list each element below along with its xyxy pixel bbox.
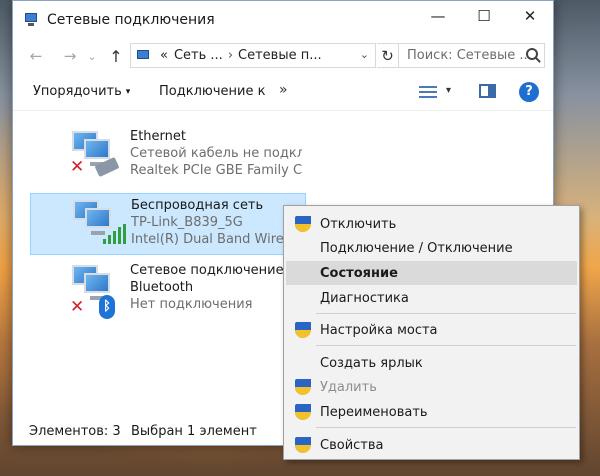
- connection-name-line2: Bluetooth: [130, 280, 194, 295]
- organize-label: Упорядочить: [33, 84, 122, 99]
- address-row: ← → ⌄ ↑ « Сеть ... › Сетевые п... ⌄ ↻ По…: [13, 39, 553, 73]
- menu-item-delete[interactable]: Удалить: [286, 375, 577, 399]
- connection-name: Беспроводная сеть: [131, 198, 264, 213]
- menu-item-rename[interactable]: Переименовать: [286, 400, 577, 424]
- search-icon: [526, 48, 538, 60]
- menu-separator: [316, 313, 576, 314]
- connection-status: Нет подключения: [130, 297, 253, 312]
- menu-item-status[interactable]: Состояние: [286, 261, 577, 285]
- connection-status: Сетевой кабель не подкл...: [130, 146, 302, 161]
- recent-locations-button[interactable]: ⌄: [81, 50, 103, 63]
- breadcrumb-network[interactable]: Сеть ...: [171, 48, 226, 63]
- address-overflow[interactable]: «: [157, 48, 171, 63]
- menu-item-bridge[interactable]: Настройка моста: [286, 318, 577, 342]
- help-icon[interactable]: ?: [519, 82, 539, 102]
- title-bar[interactable]: Сетевые подключения — ☐ ✕: [13, 1, 553, 39]
- connection-name: Ethernet: [130, 129, 186, 144]
- connection-device: Intel(R) Dual Band Wireles...: [131, 232, 303, 247]
- menu-item-connect-disconnect[interactable]: Подключение / Отключение: [286, 236, 577, 260]
- window-controls: — ☐ ✕: [415, 1, 553, 31]
- menu-item-disable[interactable]: Отключить: [286, 212, 577, 236]
- menu-separator: [316, 345, 576, 346]
- ethernet-adapter-icon: ✕: [70, 129, 120, 178]
- refresh-button[interactable]: ↻: [377, 43, 399, 68]
- connection-name: Сетевое подключение: [130, 263, 284, 278]
- uac-shield-icon: [295, 437, 311, 454]
- context-menu: Отключить Подключение / Отключение Состо…: [283, 205, 580, 460]
- minimize-button[interactable]: —: [415, 1, 461, 31]
- maximize-button[interactable]: ☐: [461, 1, 507, 31]
- list-item-ethernet[interactable]: ✕ Ethernet Сетевой кабель не подкл... Re…: [30, 125, 306, 187]
- back-button[interactable]: ←: [25, 47, 47, 65]
- search-placeholder: Поиск: Сетевые ...: [407, 48, 532, 63]
- red-x-icon: ✕: [70, 297, 85, 317]
- menu-item-properties[interactable]: Свойства: [286, 433, 577, 457]
- address-bar[interactable]: « Сеть ... › Сетевые п... ⌄: [130, 43, 376, 68]
- chevron-down-icon: ▾: [125, 87, 131, 97]
- wireless-adapter-icon: [71, 198, 126, 246]
- search-input[interactable]: Поиск: Сетевые ...: [398, 43, 545, 68]
- uac-shield-icon: [295, 379, 311, 396]
- window-title: Сетевые подключения: [47, 12, 215, 28]
- list-item-wireless[interactable]: Беспроводная сеть TP-Link_B839_5G Intel(…: [30, 193, 306, 255]
- uac-shield-icon: [295, 216, 311, 233]
- up-button[interactable]: ↑: [105, 47, 127, 66]
- connection-status: TP-Link_B839_5G: [131, 215, 243, 230]
- preview-pane-icon[interactable]: [479, 84, 496, 98]
- uac-shield-icon: [295, 404, 311, 421]
- breadcrumb-separator[interactable]: ›: [226, 48, 235, 63]
- signal-bars-icon: [103, 224, 129, 244]
- list-item-bluetooth[interactable]: ✕ ᛒ Сетевое подключение Bluetooth Нет по…: [30, 259, 306, 321]
- close-button[interactable]: ✕: [507, 1, 553, 31]
- selection-count: Выбран 1 элемент: [131, 424, 257, 439]
- connect-to-button[interactable]: Подключение к: [159, 84, 265, 99]
- menu-item-diagnose[interactable]: Диагностика: [286, 286, 577, 310]
- menu-item-create-shortcut[interactable]: Создать ярлык: [286, 351, 577, 375]
- bluetooth-adapter-icon: ✕ ᛒ: [70, 263, 118, 319]
- network-folder-icon: [136, 49, 152, 63]
- uac-shield-icon: [295, 322, 311, 339]
- breadcrumb-connections[interactable]: Сетевые п...: [235, 48, 325, 63]
- organize-button[interactable]: Упорядочить ▾: [33, 84, 130, 99]
- forward-button[interactable]: →: [59, 47, 81, 65]
- network-connections-icon: [23, 13, 39, 27]
- bluetooth-icon: ᛒ: [99, 295, 115, 319]
- view-options-chevron-icon[interactable]: ▾: [446, 85, 451, 96]
- connection-device: Realtek PCIe GBE Family Co...: [130, 163, 302, 178]
- menu-separator: [316, 427, 576, 428]
- command-bar: Упорядочить ▾ Подключение к » ▾ ?: [13, 73, 553, 111]
- connect-to-label: Подключение к: [159, 84, 266, 99]
- change-view-icon[interactable]: [419, 85, 437, 99]
- more-commands-button[interactable]: »: [279, 82, 288, 98]
- red-x-icon: ✕: [70, 157, 85, 177]
- address-dropdown-icon[interactable]: ⌄: [360, 48, 369, 61]
- item-count: Элементов: 3: [29, 424, 121, 439]
